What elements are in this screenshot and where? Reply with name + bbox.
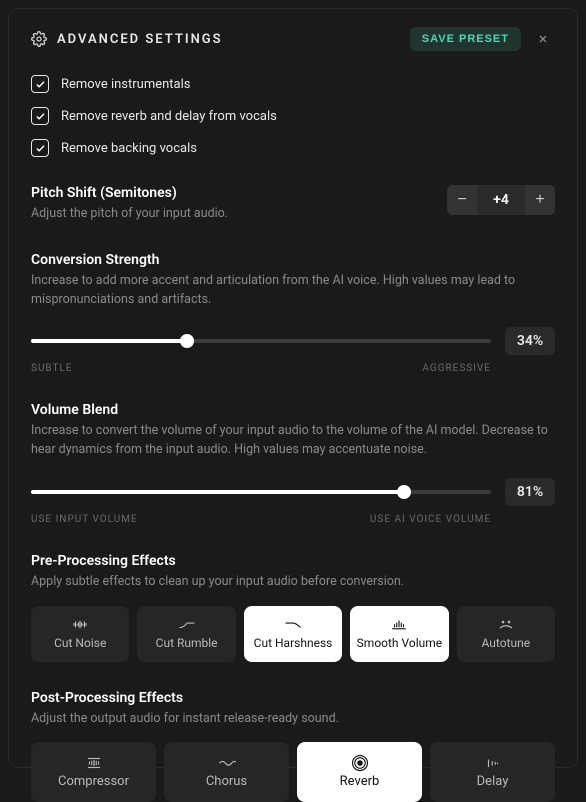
volume-slider[interactable] — [31, 490, 491, 494]
checkbox-remove-reverb[interactable]: Remove reverb and delay from vocals — [31, 107, 555, 125]
volume-left-label: USE INPUT VOLUME — [31, 514, 138, 525]
save-preset-button[interactable]: SAVE PRESET — [410, 27, 521, 51]
volume-value: 81% — [505, 478, 555, 506]
pitch-desc: Adjust the pitch of your input audio. — [31, 205, 431, 224]
effect-label: Cut Noise — [54, 636, 106, 650]
post-desc: Adjust the output audio for instant rele… — [31, 710, 555, 729]
strength-slider[interactable] — [31, 339, 491, 343]
cut-rumble-icon — [178, 618, 196, 632]
volume-title: Volume Blend — [31, 402, 555, 418]
pre-desc: Apply subtle effects to clean up your in… — [31, 573, 555, 592]
pre-processing-section: Pre-Processing Effects Apply subtle effe… — [31, 553, 555, 662]
volume-right-label: USE AI VOICE VOLUME — [370, 514, 491, 525]
conversion-strength-section: Conversion Strength Increase to add more… — [31, 252, 555, 375]
checkbox-label: Remove backing vocals — [61, 141, 197, 156]
effect-label: Smooth Volume — [357, 636, 442, 650]
pre-title: Pre-Processing Effects — [31, 553, 555, 569]
volume-blend-section: Volume Blend Increase to convert the vol… — [31, 402, 555, 525]
checkbox-box — [31, 107, 49, 125]
post-effect-compressor[interactable]: Compressor — [31, 742, 156, 802]
pitch-value: +4 — [477, 192, 525, 208]
post-effect-reverb[interactable]: Reverb — [297, 742, 422, 802]
panel-header: ADVANCED SETTINGS SAVE PRESET — [31, 27, 555, 51]
checkbox-remove-backing[interactable]: Remove backing vocals — [31, 139, 555, 157]
strength-left-label: SUBTLE — [31, 363, 73, 374]
panel-title: ADVANCED SETTINGS — [57, 32, 400, 47]
reverb-icon — [351, 756, 369, 770]
compressor-icon — [85, 756, 103, 770]
effect-label: Chorus — [206, 774, 247, 789]
pre-effect-cut-harshness[interactable]: Cut Harshness — [244, 606, 342, 662]
delay-icon — [484, 756, 502, 770]
chorus-icon — [218, 756, 236, 770]
gear-icon — [31, 31, 47, 47]
pitch-increment-button[interactable]: + — [525, 185, 555, 215]
close-button[interactable] — [531, 27, 555, 51]
pre-effect-cut-noise[interactable]: Cut Noise — [31, 606, 129, 662]
checkbox-remove-instrumentals[interactable]: Remove instrumentals — [31, 75, 555, 93]
pre-effect-smooth-volume[interactable]: Smooth Volume — [350, 606, 448, 662]
strength-title: Conversion Strength — [31, 252, 555, 268]
post-effect-chorus[interactable]: Chorus — [164, 742, 289, 802]
effect-label: Autotune — [482, 636, 531, 650]
pitch-shift-section: Pitch Shift (Semitones) Adjust the pitch… — [31, 185, 555, 224]
pitch-title: Pitch Shift (Semitones) — [31, 185, 431, 201]
pre-effect-cut-rumble[interactable]: Cut Rumble — [137, 606, 235, 662]
strength-desc: Increase to add more accent and articula… — [31, 272, 555, 310]
autotune-icon — [497, 618, 515, 632]
effect-label: Compressor — [58, 774, 129, 789]
strength-value: 34% — [505, 327, 555, 355]
volume-desc: Increase to convert the volume of your i… — [31, 422, 555, 460]
checkbox-box — [31, 75, 49, 93]
pitch-stepper: − +4 + — [447, 185, 555, 215]
effect-label: Cut Harshness — [254, 636, 333, 650]
advanced-settings-panel: ADVANCED SETTINGS SAVE PRESET Remove ins… — [8, 8, 578, 768]
effect-label: Cut Rumble — [156, 636, 218, 650]
effect-label: Delay — [477, 774, 509, 789]
checkbox-group: Remove instrumentals Remove reverb and d… — [31, 75, 555, 157]
post-processing-section: Post-Processing Effects Adjust the outpu… — [31, 690, 555, 802]
post-effect-delay[interactable]: Delay — [430, 742, 555, 802]
pre-effect-autotune[interactable]: Autotune — [457, 606, 555, 662]
smooth-volume-icon — [390, 618, 408, 632]
checkbox-label: Remove reverb and delay from vocals — [61, 109, 277, 124]
effect-label: Reverb — [340, 774, 380, 789]
post-title: Post-Processing Effects — [31, 690, 555, 706]
checkbox-box — [31, 139, 49, 157]
cut-noise-icon — [71, 618, 89, 632]
checkbox-label: Remove instrumentals — [61, 77, 191, 92]
pitch-decrement-button[interactable]: − — [447, 185, 477, 215]
strength-right-label: AGGRESSIVE — [422, 363, 491, 374]
cut-harshness-icon — [284, 618, 302, 632]
